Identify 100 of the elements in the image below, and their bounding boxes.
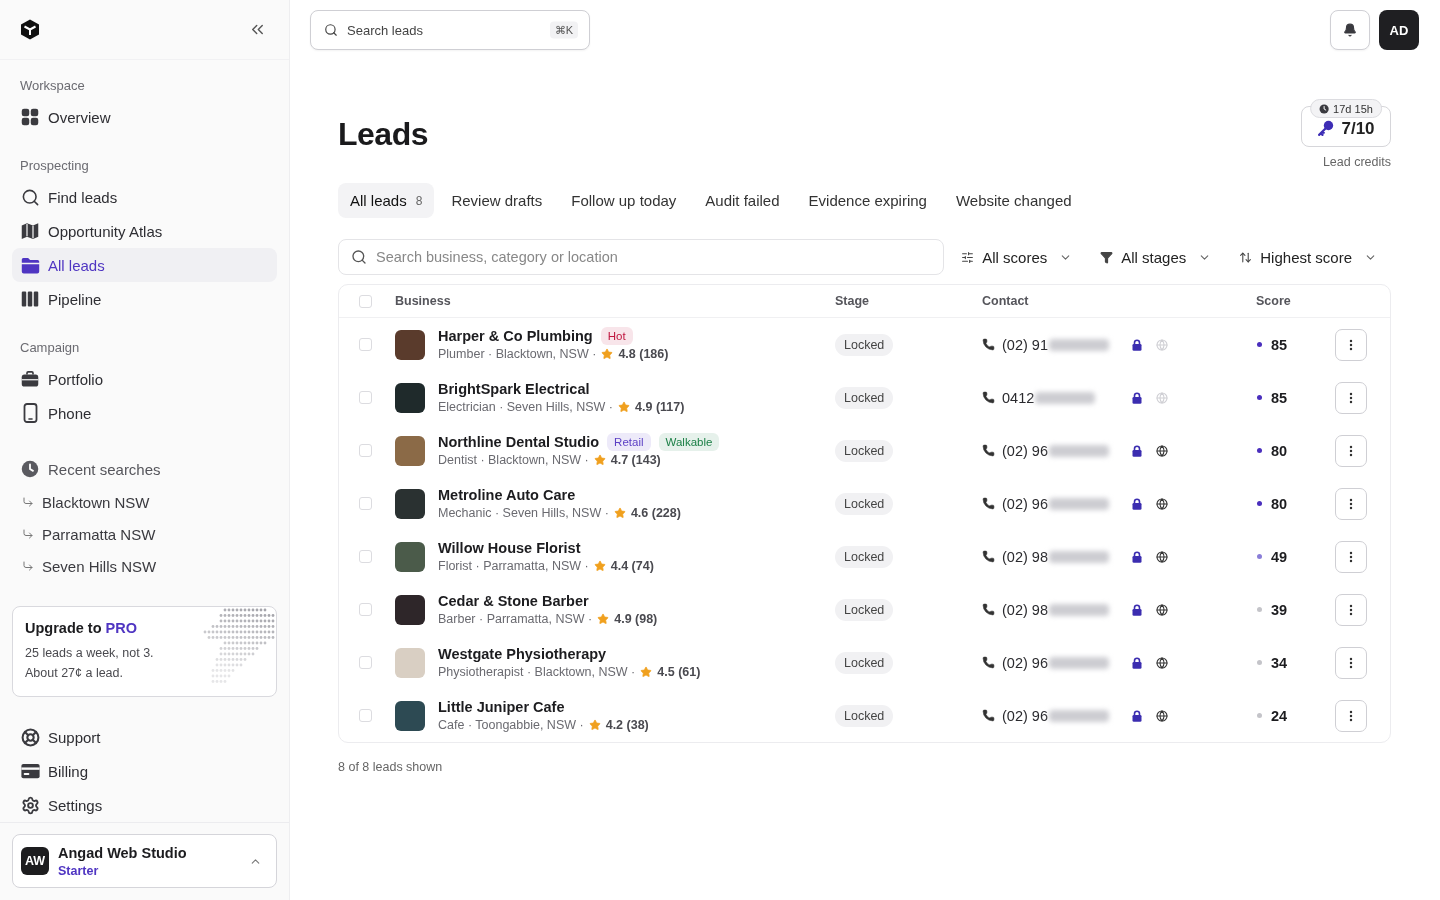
filter-dropdown[interactable]: Highest score xyxy=(1225,239,1391,275)
sidebar-item[interactable]: Portfolio xyxy=(12,362,277,396)
sidebar-item[interactable]: Opportunity Atlas xyxy=(12,214,277,248)
business-details: Electrician · Seven Hills, NSW · xyxy=(438,400,614,414)
column-header: Business xyxy=(395,294,451,308)
tab[interactable]: Audit failed xyxy=(693,183,792,218)
lock-icon xyxy=(1132,497,1142,510)
lock-icon xyxy=(1132,709,1142,722)
upgrade-title: Upgrade to PRO xyxy=(25,619,137,638)
photo-placeholder xyxy=(395,594,425,625)
sidebar-item[interactable]: Overview xyxy=(12,100,277,134)
row-checkbox[interactable] xyxy=(359,656,372,669)
stage-pill: Locked xyxy=(835,598,894,621)
blurred-digits xyxy=(1048,550,1109,563)
photo-placeholder xyxy=(395,382,425,413)
row-menu-button[interactable] xyxy=(1335,434,1367,467)
row-checkbox[interactable] xyxy=(359,550,372,563)
row-checkbox[interactable] xyxy=(359,603,372,616)
tab[interactable]: Website changed xyxy=(943,183,1084,218)
recent-search-item[interactable]: Parramatta NSW xyxy=(12,518,277,550)
column-header: Score xyxy=(1256,294,1291,308)
row-checkbox[interactable] xyxy=(359,709,372,722)
row-menu-button[interactable] xyxy=(1335,328,1367,361)
star-icon xyxy=(640,666,653,678)
filter-dropdown[interactable]: All stages xyxy=(1086,239,1226,275)
tab[interactable]: Evidence expiring xyxy=(796,183,939,218)
recent-search-item[interactable]: Seven Hills NSW xyxy=(12,550,277,582)
score-value: 39 xyxy=(1271,601,1288,618)
clock-icon xyxy=(1319,103,1330,114)
row-menu-button[interactable] xyxy=(1335,699,1367,732)
star-icon xyxy=(601,348,614,360)
phone-icon xyxy=(982,497,995,510)
star-icon xyxy=(597,613,610,625)
tag: Walkable xyxy=(658,433,720,451)
row-menu-button[interactable] xyxy=(1335,540,1367,573)
key-icon xyxy=(1317,120,1335,137)
row-checkbox[interactable] xyxy=(359,391,372,404)
rating-text: 4.4 (74) xyxy=(610,559,654,573)
blurred-digits xyxy=(1048,656,1109,669)
section-label: Campaign xyxy=(19,339,81,357)
row-checkbox[interactable] xyxy=(359,338,372,351)
user-avatar[interactable]: AD xyxy=(1379,10,1419,50)
select-all-checkbox[interactable] xyxy=(359,294,372,308)
photo-placeholder xyxy=(395,329,425,360)
business-name: BrightSpark Electrical xyxy=(438,381,590,397)
blurred-digits xyxy=(1048,497,1109,510)
recent-search-item[interactable]: Blacktown NSW xyxy=(12,486,277,518)
phone-number: (02) 98 xyxy=(1002,601,1048,618)
business-details: Dentist · Blacktown, NSW · xyxy=(438,453,589,467)
search-icon xyxy=(324,23,338,37)
photo-placeholder xyxy=(395,435,425,466)
row-checkbox[interactable] xyxy=(359,444,372,457)
sidebar-item[interactable]: Support xyxy=(12,720,277,754)
photo-placeholder xyxy=(395,488,425,519)
row-menu-button[interactable] xyxy=(1335,381,1367,414)
section-label: Workspace xyxy=(19,77,86,95)
stage-pill: Locked xyxy=(835,545,894,568)
business-details: Cafe · Toongabbie, NSW · xyxy=(438,718,584,732)
stage-pill: Locked xyxy=(835,439,894,462)
page-title: Leads xyxy=(338,116,428,153)
clock-icon xyxy=(21,460,39,478)
blurred-digits xyxy=(1048,338,1109,351)
sidebar-item[interactable]: Settings xyxy=(12,788,277,822)
business-details: Florist · Parramatta, NSW · xyxy=(438,559,589,573)
gear-icon xyxy=(20,795,40,815)
tag: Hot xyxy=(600,327,633,345)
row-menu-button[interactable] xyxy=(1335,593,1367,626)
filter-dropdown[interactable]: All scores xyxy=(947,239,1087,275)
lock-icon xyxy=(1132,603,1142,616)
row-checkbox[interactable] xyxy=(359,497,372,510)
sidebar-item[interactable]: Billing xyxy=(12,754,277,788)
sidebar-item[interactable]: All leads xyxy=(12,248,277,282)
phone-number: (02) 96 xyxy=(1002,442,1048,459)
sidebar-item[interactable]: Phone xyxy=(12,396,277,430)
phone-icon xyxy=(982,444,995,457)
tab[interactable]: Follow up today xyxy=(559,183,689,218)
row-menu-button[interactable] xyxy=(1335,487,1367,520)
business-name: Westgate Physiotherapy xyxy=(438,646,607,662)
tab[interactable]: All leads 8 xyxy=(338,183,435,218)
account-avatar: AW xyxy=(21,847,49,875)
phone-icon xyxy=(982,656,995,669)
rating-text: 4.8 (186) xyxy=(618,347,669,361)
folder-icon xyxy=(20,256,40,274)
rating-text: 4.5 (61) xyxy=(657,665,701,679)
photo-placeholder xyxy=(395,541,425,572)
business-search-field[interactable]: Search business, category or location xyxy=(338,239,944,275)
bell-icon xyxy=(1343,23,1357,37)
tab[interactable]: Review drafts xyxy=(439,183,555,218)
notifications-button[interactable] xyxy=(1330,10,1370,50)
business-name: Harper & Co Plumbing xyxy=(438,328,593,344)
sidebar-item[interactable]: Pipeline xyxy=(12,282,277,316)
column-header: Contact xyxy=(982,294,1029,308)
sidebar-item[interactable]: Find leads xyxy=(12,180,277,214)
score-value: 80 xyxy=(1271,442,1288,459)
row-menu-button[interactable] xyxy=(1335,646,1367,679)
cube-logo-icon xyxy=(20,19,40,40)
business-details: Barber · Parramatta, NSW · xyxy=(438,612,593,626)
business-name: Cedar & Stone Barber xyxy=(438,593,589,609)
results-count: 8 of 8 leads shown xyxy=(338,760,443,774)
phone-number: (02) 96 xyxy=(1002,654,1048,671)
